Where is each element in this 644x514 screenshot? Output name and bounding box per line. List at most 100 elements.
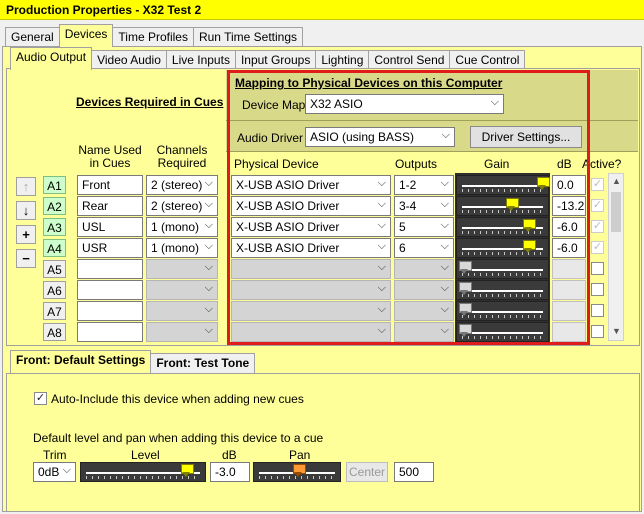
device-name-input[interactable]: Rear bbox=[77, 196, 143, 216]
move-down-button[interactable]: ↓ bbox=[16, 201, 36, 220]
cue-id-a2[interactable]: A2 bbox=[43, 197, 66, 215]
outputs-select[interactable]: 3-4 ⌵ bbox=[394, 196, 454, 216]
gain-slider[interactable] bbox=[456, 238, 549, 258]
tab-front-default-settings[interactable]: Front: Default Settings bbox=[10, 350, 152, 373]
gain-slider-thumb[interactable] bbox=[522, 240, 536, 254]
cue-id-a4[interactable]: A4 bbox=[43, 239, 66, 257]
active-checkbox[interactable]: ✓ bbox=[591, 178, 604, 191]
channels-select[interactable]: ⌵ bbox=[146, 259, 218, 279]
tab-input-groups[interactable]: Input Groups bbox=[234, 50, 317, 70]
db-input[interactable]: -6.0 bbox=[552, 238, 586, 258]
device-name-input[interactable]: USR bbox=[77, 238, 143, 258]
rows-scrollbar[interactable]: ▲ ▼ bbox=[608, 173, 624, 341]
tab-front-test-tone[interactable]: Front: Test Tone bbox=[150, 353, 256, 373]
gain-slider-thumb[interactable] bbox=[459, 261, 472, 275]
gain-slider-thumb[interactable] bbox=[459, 282, 472, 296]
cue-id-a5[interactable]: A5 bbox=[43, 260, 66, 278]
cue-id-a7[interactable]: A7 bbox=[43, 302, 66, 320]
active-checkbox[interactable] bbox=[591, 325, 604, 338]
scroll-down-icon[interactable]: ▼ bbox=[612, 326, 621, 336]
physical-device-select[interactable]: ⌵ bbox=[231, 322, 391, 342]
move-up-button[interactable]: ↑ bbox=[16, 177, 36, 196]
outputs-select[interactable]: 5 ⌵ bbox=[394, 217, 454, 237]
scroll-up-icon[interactable]: ▲ bbox=[612, 176, 621, 186]
gain-slider[interactable] bbox=[456, 196, 549, 216]
remove-device-button[interactable]: − bbox=[16, 249, 36, 268]
active-checkbox[interactable]: ✓ bbox=[591, 220, 604, 233]
level-db-input[interactable]: -3.0 bbox=[210, 462, 250, 482]
pan-value-input[interactable]: 500 bbox=[394, 462, 434, 482]
device-name-input[interactable] bbox=[77, 322, 143, 342]
gain-slider[interactable] bbox=[456, 301, 549, 321]
db-input[interactable]: 0.0 bbox=[552, 175, 586, 195]
gain-slider[interactable] bbox=[456, 217, 549, 237]
physical-device-select[interactable]: X-USB ASIO Driver ⌵ bbox=[231, 196, 391, 216]
tab-lighting[interactable]: Lighting bbox=[315, 50, 370, 70]
scroll-thumb[interactable] bbox=[611, 192, 621, 232]
physical-device-select[interactable]: ⌵ bbox=[231, 280, 391, 300]
active-checkbox[interactable]: ✓ bbox=[591, 199, 604, 212]
tab-general[interactable]: General bbox=[5, 27, 60, 47]
physical-device-select[interactable]: X-USB ASIO Driver ⌵ bbox=[231, 175, 391, 195]
device-name-input[interactable] bbox=[77, 280, 143, 300]
pan-slider-thumb[interactable] bbox=[292, 464, 306, 478]
active-checkbox[interactable] bbox=[591, 262, 604, 275]
tab-video-audio[interactable]: Video Audio bbox=[91, 50, 167, 70]
gain-slider-thumb[interactable] bbox=[459, 324, 472, 338]
db-input[interactable] bbox=[552, 280, 586, 300]
gain-slider[interactable] bbox=[456, 175, 550, 195]
physical-device-select[interactable]: X-USB ASIO Driver ⌵ bbox=[231, 217, 391, 237]
db-input[interactable]: -13.2 bbox=[552, 196, 586, 216]
auto-include-checkbox[interactable]: ✓ bbox=[34, 392, 47, 405]
device-map-select[interactable]: X32 ASIO ⌵ bbox=[305, 94, 504, 114]
add-device-button[interactable]: + bbox=[16, 225, 36, 244]
device-name-input[interactable]: Front bbox=[77, 175, 143, 195]
cue-id-a1[interactable]: A1 bbox=[43, 176, 66, 194]
outputs-select[interactable]: ⌵ bbox=[394, 259, 454, 279]
tab-live-inputs[interactable]: Live Inputs bbox=[165, 50, 236, 70]
gain-slider-thumb[interactable] bbox=[537, 177, 550, 191]
tab-time-profiles[interactable]: Time Profiles bbox=[112, 27, 194, 47]
device-name-input[interactable] bbox=[77, 301, 143, 321]
gain-slider-thumb[interactable] bbox=[522, 219, 536, 233]
channels-select[interactable]: 2 (stereo) ⌵ bbox=[146, 196, 218, 216]
channels-select[interactable]: 1 (mono) ⌵ bbox=[146, 238, 218, 258]
tab-audio-output[interactable]: Audio Output bbox=[10, 47, 93, 70]
cue-id-a8[interactable]: A8 bbox=[43, 323, 66, 341]
active-checkbox[interactable]: ✓ bbox=[591, 241, 604, 254]
outputs-select[interactable]: 6 ⌵ bbox=[394, 238, 454, 258]
physical-device-select[interactable]: ⌵ bbox=[231, 259, 391, 279]
cue-id-a3[interactable]: A3 bbox=[43, 218, 66, 236]
outputs-select[interactable]: ⌵ bbox=[394, 301, 454, 321]
db-input[interactable] bbox=[552, 259, 586, 279]
db-input[interactable] bbox=[552, 301, 586, 321]
trim-select[interactable]: 0dB ⌵ bbox=[33, 462, 76, 482]
channels-select[interactable]: ⌵ bbox=[146, 322, 218, 342]
physical-device-select[interactable]: X-USB ASIO Driver ⌵ bbox=[231, 238, 391, 258]
physical-device-select[interactable]: ⌵ bbox=[231, 301, 391, 321]
gain-slider[interactable] bbox=[456, 259, 549, 279]
outputs-select[interactable]: 1-2 ⌵ bbox=[394, 175, 454, 195]
tab-cue-control[interactable]: Cue Control bbox=[449, 50, 526, 70]
active-checkbox[interactable] bbox=[591, 304, 604, 317]
cue-id-a6[interactable]: A6 bbox=[43, 281, 66, 299]
device-name-input[interactable]: USL bbox=[77, 217, 143, 237]
channels-select[interactable]: 1 (mono) ⌵ bbox=[146, 217, 218, 237]
driver-settings-button[interactable]: Driver Settings... bbox=[470, 126, 582, 148]
tab-control-send[interactable]: Control Send bbox=[368, 50, 451, 70]
tab-devices[interactable]: Devices bbox=[58, 24, 114, 47]
outputs-select[interactable]: ⌵ bbox=[394, 280, 454, 300]
gain-slider[interactable] bbox=[456, 322, 549, 342]
active-checkbox[interactable] bbox=[591, 283, 604, 296]
center-button[interactable]: Center bbox=[346, 462, 388, 482]
outputs-select[interactable]: ⌵ bbox=[394, 322, 454, 342]
channels-select[interactable]: ⌵ bbox=[146, 280, 218, 300]
pan-slider[interactable] bbox=[253, 462, 341, 482]
level-slider[interactable] bbox=[80, 462, 206, 482]
channels-select[interactable]: 2 (stereo) ⌵ bbox=[146, 175, 218, 195]
gain-slider-thumb[interactable] bbox=[459, 303, 472, 317]
level-slider-thumb[interactable] bbox=[180, 464, 194, 478]
channels-select[interactable]: ⌵ bbox=[146, 301, 218, 321]
device-name-input[interactable] bbox=[77, 259, 143, 279]
gain-slider[interactable] bbox=[456, 280, 549, 300]
